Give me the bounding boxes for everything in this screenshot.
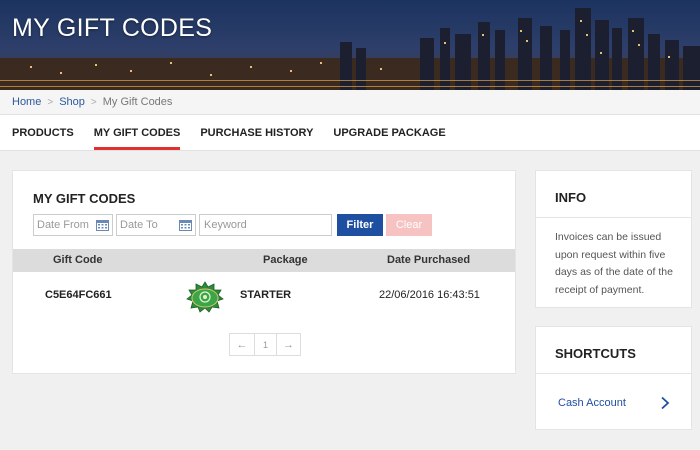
- table-header: Gift Code Package Date Purchased: [13, 249, 515, 272]
- breadcrumb-shop-link[interactable]: Shop: [59, 96, 85, 108]
- breadcrumb: Home > Shop > My Gift Codes: [0, 90, 700, 115]
- page-title: MY GIFT CODES: [12, 14, 213, 42]
- prev-page-button[interactable]: ←: [230, 334, 254, 355]
- divider: [536, 217, 691, 218]
- tab-products[interactable]: PRODUCTS: [12, 115, 74, 151]
- table-row: C5E64FC661 STARTER 22/06/2016 16:43:51: [13, 273, 515, 317]
- tab-my-gift-codes[interactable]: MY GIFT CODES: [93, 115, 180, 151]
- filter-bar: Date From Date To Filter: [33, 214, 432, 236]
- date-from-field[interactable]: Date From: [33, 214, 113, 236]
- column-header-gift-code: Gift Code: [53, 254, 103, 266]
- clear-button[interactable]: Clear: [386, 214, 432, 236]
- shortcuts-panel: SHORTCUTS Cash Account: [535, 326, 692, 430]
- shortcuts-title: SHORTCUTS: [555, 346, 636, 361]
- column-header-date-purchased: Date Purchased: [387, 254, 471, 266]
- tab-purchase-history[interactable]: PURCHASE HISTORY: [200, 115, 313, 151]
- starter-package-badge-icon: [186, 281, 224, 313]
- calendar-icon[interactable]: [179, 219, 192, 231]
- calendar-icon[interactable]: [96, 219, 109, 231]
- gift-codes-panel: MY GIFT CODES Date From Date To Keyword …: [12, 170, 516, 374]
- tab-bar: PRODUCTS MY GIFT CODES PURCHASE HISTORY …: [0, 115, 700, 151]
- gift-code-value: C5E64FC661: [45, 289, 112, 301]
- panel-title: MY GIFT CODES: [33, 191, 136, 206]
- date-to-field[interactable]: Date To: [116, 214, 196, 236]
- info-panel: INFO Invoices can be issued upon request…: [535, 170, 692, 308]
- breadcrumb-separator: >: [90, 96, 97, 108]
- filter-button[interactable]: Filter: [337, 214, 383, 236]
- tab-upgrade-package[interactable]: UPGRADE PACKAGE: [333, 115, 445, 151]
- page-number-button[interactable]: 1: [254, 334, 276, 355]
- info-text: Invoices can be issued upon request with…: [555, 231, 673, 296]
- breadcrumb-separator: >: [47, 96, 54, 108]
- chevron-right-icon[interactable]: [660, 396, 670, 410]
- date-purchased-value: 22/06/2016 16:43:51: [379, 289, 480, 301]
- date-to-placeholder: Date To: [120, 219, 158, 231]
- info-title: INFO: [555, 190, 587, 205]
- date-from-placeholder: Date From: [37, 219, 89, 231]
- divider: [536, 373, 691, 374]
- pagination: ← 1 →: [229, 333, 301, 356]
- shortcut-cash-account-link[interactable]: Cash Account: [558, 397, 626, 409]
- breadcrumb-home-link[interactable]: Home: [12, 96, 41, 108]
- keyword-input[interactable]: [199, 214, 332, 236]
- breadcrumb-current: My Gift Codes: [102, 96, 173, 108]
- hero-banner: MY GIFT CODES: [0, 0, 700, 90]
- next-page-button[interactable]: →: [276, 334, 300, 355]
- column-header-package: Package: [263, 254, 308, 266]
- package-name: STARTER: [240, 289, 292, 301]
